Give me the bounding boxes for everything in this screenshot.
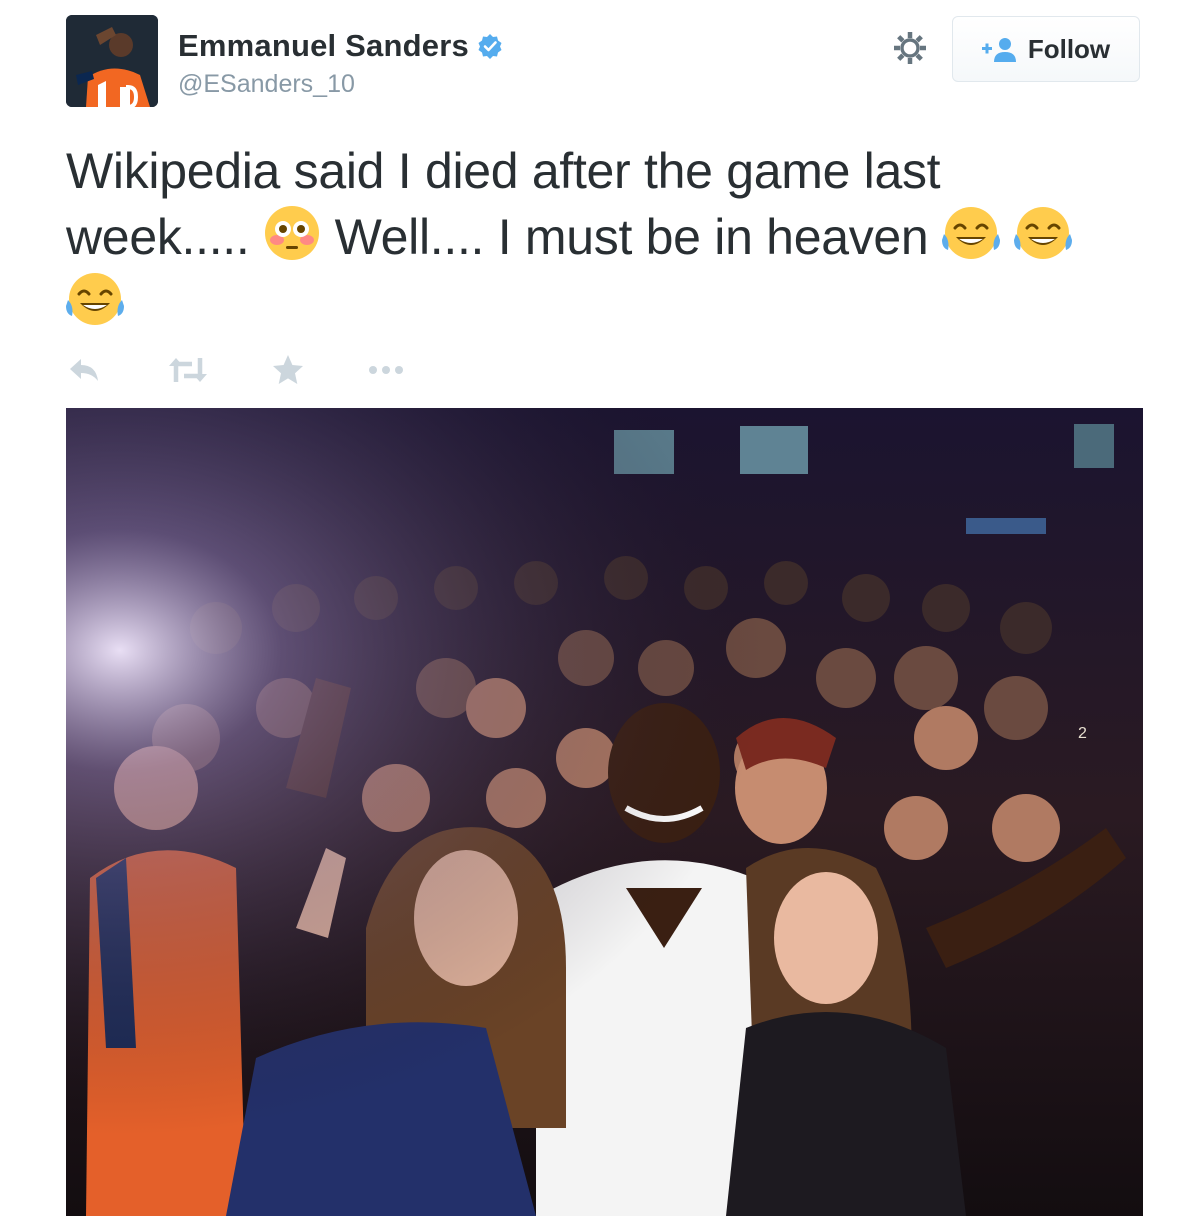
more-icon xyxy=(369,366,403,374)
tears-of-joy-emoji-icon xyxy=(942,204,1001,262)
tweet-text: Wikipedia said I died after the game las… xyxy=(66,138,1156,336)
profile-avatar[interactable] xyxy=(66,15,158,107)
reply-button[interactable] xyxy=(66,352,102,388)
reply-icon xyxy=(70,359,98,381)
tweet-text-segment: week..... xyxy=(66,209,264,265)
verified-badge-icon xyxy=(478,34,502,59)
tweet-card: Emmanuel Sanders @ESanders_10 Follow Wik… xyxy=(0,0,1200,1228)
gear-icon[interactable] xyxy=(892,30,928,66)
display-name[interactable]: Emmanuel Sanders xyxy=(178,28,469,64)
tweet-photo[interactable]: 2 xyxy=(66,408,1143,1216)
user-handle[interactable]: @ESanders_10 xyxy=(178,70,355,99)
more-button[interactable] xyxy=(366,352,406,388)
retweet-button[interactable] xyxy=(166,352,210,388)
tears-of-joy-emoji-icon xyxy=(1013,204,1072,262)
retweet-icon xyxy=(169,358,207,382)
user-name-row[interactable]: Emmanuel Sanders xyxy=(178,28,503,64)
follow-button[interactable]: Follow xyxy=(952,16,1140,82)
favorite-button[interactable] xyxy=(270,352,306,388)
crowd-selfie-photo: 2 xyxy=(66,408,1143,1216)
flushed-face-emoji-icon xyxy=(263,204,321,262)
photo-overlay-mark: 2 xyxy=(1078,725,1087,742)
tweet-text-segment: Well.... I must be in heaven xyxy=(321,209,943,265)
tweet-text-line-2: week..... Well.... I must be in heaven xyxy=(66,204,1156,270)
follow-label: Follow xyxy=(1027,33,1111,64)
tweet-text-line-1: Wikipedia said I died after the game las… xyxy=(66,143,941,199)
star-icon xyxy=(273,355,303,384)
tears-of-joy-emoji-icon xyxy=(66,270,124,328)
tweet-text-line-3 xyxy=(66,270,1156,336)
add-user-icon xyxy=(981,38,1016,62)
